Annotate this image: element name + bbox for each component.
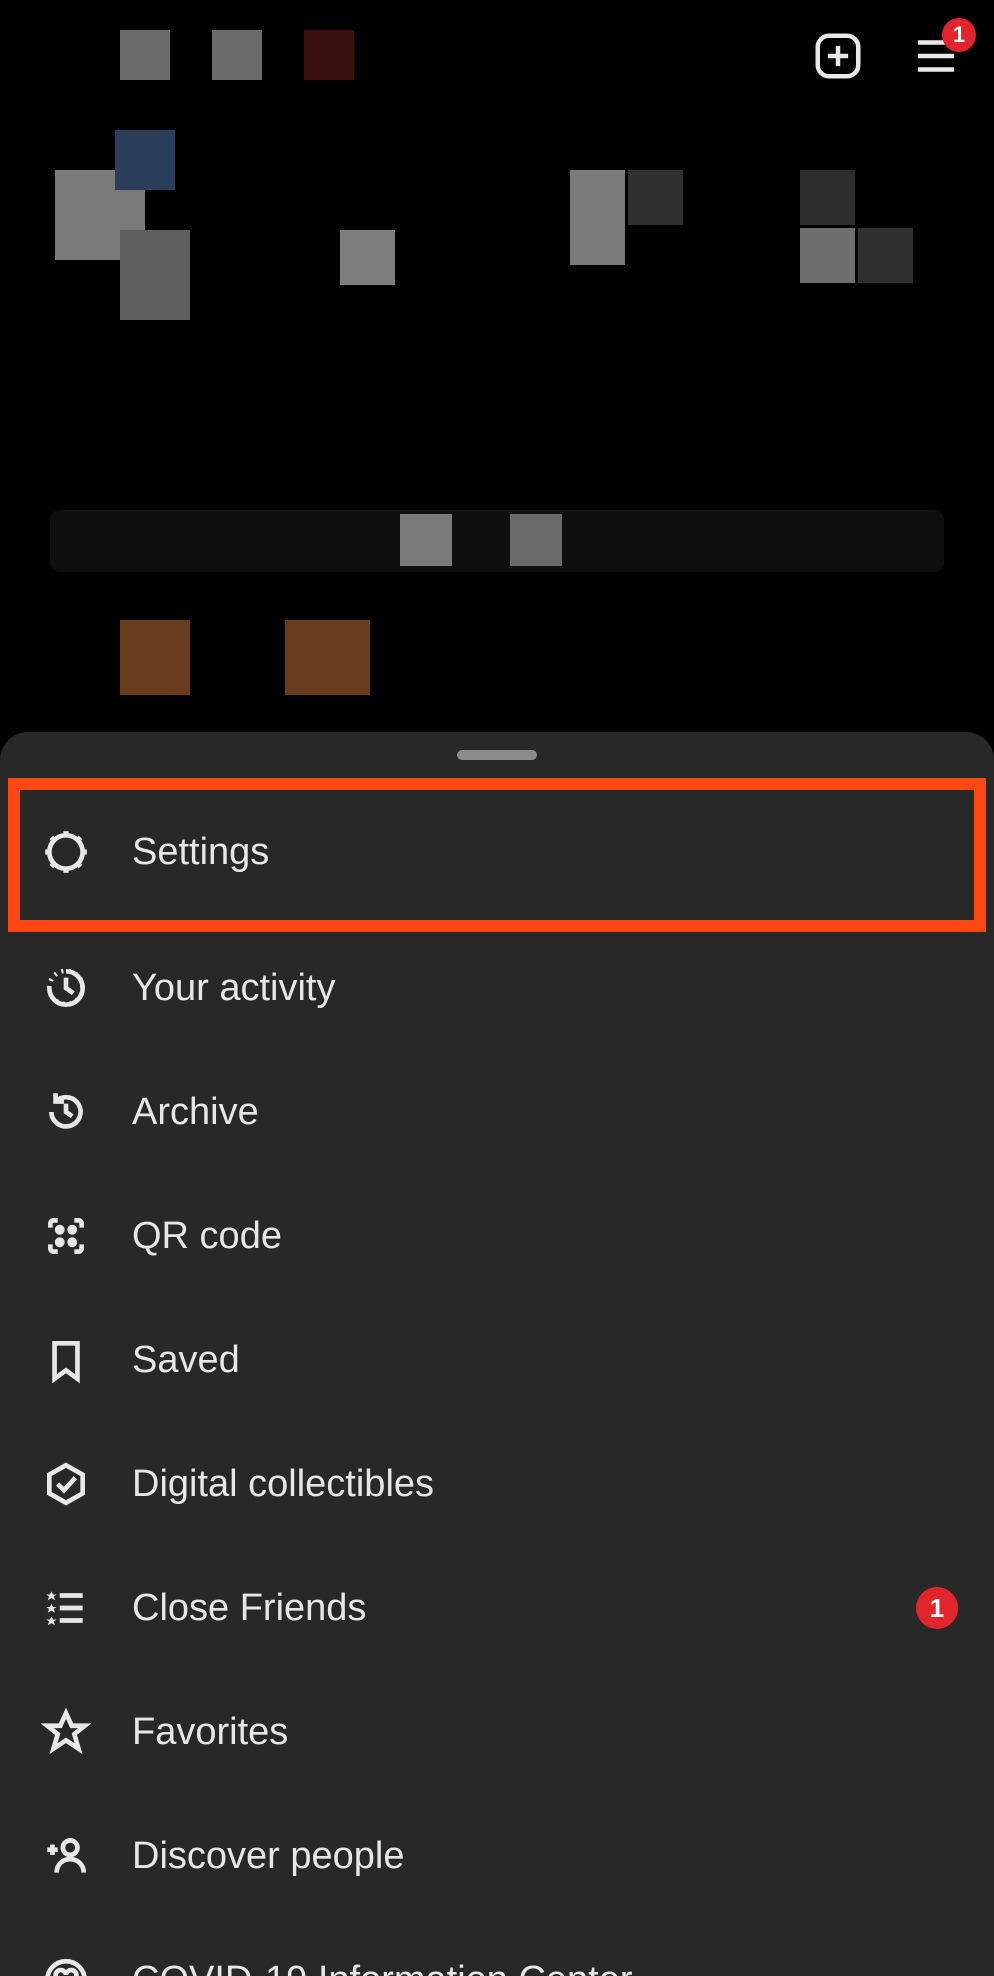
heart-circle-icon [40, 1954, 92, 1976]
archive-icon [40, 1086, 92, 1138]
menu-label: Settings [132, 831, 958, 874]
pixel-block [120, 620, 190, 695]
menu-label: QR code [132, 1215, 958, 1258]
profile-header: 1 [0, 0, 994, 112]
pixel-block [340, 230, 395, 285]
menu-item-covid-info[interactable]: COVID-19 Information Center [0, 1918, 994, 1976]
close-friends-icon [40, 1582, 92, 1634]
menu-item-favorites[interactable]: Favorites [0, 1670, 994, 1794]
pixel-block [115, 130, 175, 190]
pixel-block [510, 514, 562, 566]
menu-item-saved[interactable]: Saved [0, 1298, 994, 1422]
gear-icon [40, 826, 92, 878]
close-friends-badge: 1 [916, 1587, 958, 1629]
menu-item-archive[interactable]: Archive [0, 1050, 994, 1174]
pixel-block [304, 30, 354, 80]
discover-people-icon [40, 1830, 92, 1882]
menu-label: Saved [132, 1339, 958, 1382]
pixel-block [120, 30, 170, 80]
menu-label: Archive [132, 1091, 958, 1134]
qr-icon [40, 1210, 92, 1262]
pixel-block [858, 228, 913, 283]
pixel-block [800, 170, 855, 225]
sheet-drag-handle[interactable] [457, 750, 537, 760]
menu-label: Favorites [132, 1711, 958, 1754]
menu-label: Close Friends [132, 1587, 876, 1630]
menu-list: Settings Your activity Archive [0, 778, 994, 1976]
hex-check-icon [40, 1458, 92, 1510]
menu-item-digital-collectibles[interactable]: Digital collectibles [0, 1422, 994, 1546]
pixel-block [570, 170, 625, 265]
menu-label: Digital collectibles [132, 1463, 958, 1506]
activity-icon [40, 962, 92, 1014]
hamburger-menu-button[interactable]: 1 [908, 28, 964, 84]
pixel-block [628, 170, 683, 225]
pixel-block [120, 230, 190, 320]
plus-square-icon [811, 29, 865, 83]
pixel-block [212, 30, 262, 80]
menu-item-your-activity[interactable]: Your activity [0, 926, 994, 1050]
menu-bottom-sheet: Settings Your activity Archive [0, 732, 994, 1976]
pixel-block [800, 228, 855, 283]
profile-content-blur [0, 130, 994, 330]
menu-label: Discover people [132, 1835, 958, 1878]
header-blur [120, 30, 354, 80]
menu-label: COVID-19 Information Center [132, 1959, 958, 1976]
star-icon [40, 1706, 92, 1758]
menu-item-qr-code[interactable]: QR code [0, 1174, 994, 1298]
pixel-block [285, 620, 370, 695]
create-button[interactable] [810, 28, 866, 84]
menu-label: Your activity [132, 967, 958, 1010]
pixel-block [400, 514, 452, 566]
menu-item-close-friends[interactable]: Close Friends 1 [0, 1546, 994, 1670]
saved-icon [40, 1334, 92, 1386]
profile-button-blur [50, 510, 944, 572]
notification-badge: 1 [942, 18, 976, 52]
menu-item-discover-people[interactable]: Discover people [0, 1794, 994, 1918]
menu-item-settings[interactable]: Settings [0, 778, 994, 926]
